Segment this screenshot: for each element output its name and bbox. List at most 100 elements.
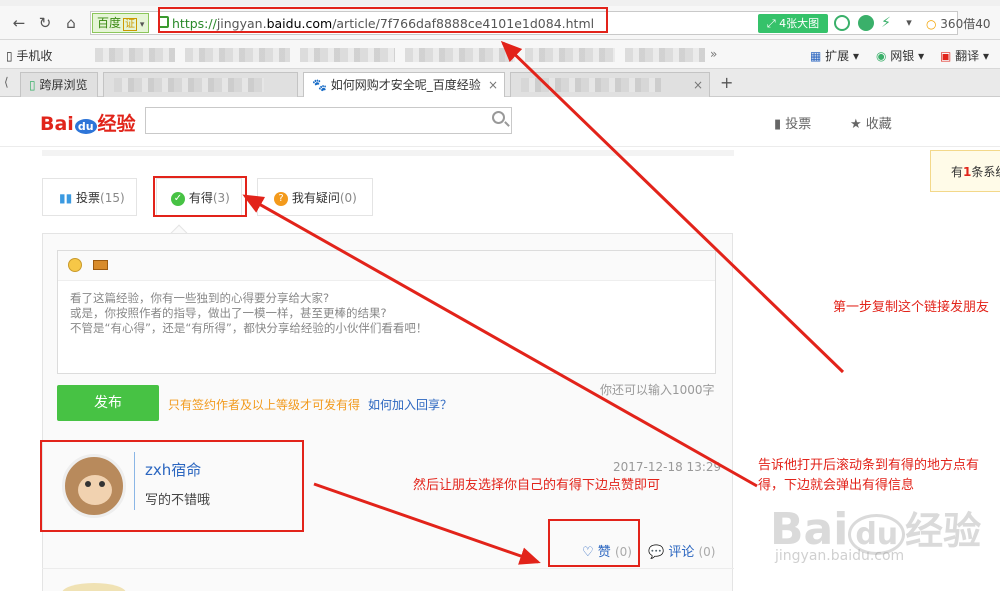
logo-jingyan: 经验: [97, 113, 136, 135]
tab-strip: ⟨ ▯ 跨屏浏览 🐾 如何网购才安全呢_百度经验 × × +: [0, 69, 1000, 98]
site-identity-tag[interactable]: 百度证 ▾: [92, 13, 150, 33]
baidu-jingyan-logo[interactable]: Bai du 经验: [40, 109, 136, 136]
tab-question-label: 我有疑问: [291, 191, 340, 205]
blurred-bookmark: [95, 48, 175, 62]
bookmarks-bar: ▯ 手机收 » ▦ 扩展 ▾ ◉ 网银 ▾ ▣ 翻译 ▾: [0, 40, 1000, 69]
placeholder-line: 不管是“有心得”，还是“有所得”，都快分享给经验的小伙伴们看看吧！: [70, 321, 428, 335]
search-engine-label: 360借40: [940, 17, 991, 31]
image-zoom-button[interactable]: ⤢ 4张大图: [758, 14, 828, 33]
extensions-label: 扩展: [825, 49, 850, 63]
more-bookmarks-icon[interactable]: »: [710, 47, 717, 61]
tab-scroll-left-icon[interactable]: ⟨: [4, 75, 9, 89]
comment-time: 2017-12-18 13:29: [613, 460, 722, 474]
editor-placeholder[interactable]: 看了这篇经验，你有一些独到的心得要分享给大家? 或是，你按照作者的指导，做出了一…: [70, 291, 427, 336]
annotation-box-comment: [40, 440, 304, 532]
bar-chart-icon: ▮: [774, 117, 786, 132]
cert-badge: 证: [123, 18, 138, 31]
blurred-bookmark: [625, 48, 705, 62]
star-icon: ★: [850, 117, 866, 132]
tab-label: 如何网购才安全呢_百度经验: [330, 78, 481, 92]
translate-label: 翻译: [955, 49, 980, 63]
watermark-url: jingyan.baidu.com: [775, 548, 905, 564]
net-bank-label: 网银: [890, 49, 915, 63]
annotation-step3: 然后让朋友选择你自己的有得下边点赞即可: [413, 478, 661, 493]
blurred-bookmark: [300, 48, 395, 62]
translate-icon: ▣: [940, 49, 956, 63]
blurred-bookmark: [525, 48, 615, 62]
comment-count: (0): [698, 545, 716, 559]
comment-button[interactable]: 💬 评论 (0): [648, 541, 715, 560]
chevron-down-icon[interactable]: ▾: [901, 15, 917, 31]
site-search-input[interactable]: [145, 107, 512, 134]
comment-label: 评论: [668, 545, 695, 560]
annotation-box-url: [158, 7, 608, 33]
logo-bai: Bai: [40, 113, 74, 135]
editor-toolbar: [58, 251, 715, 281]
image-icon[interactable]: [93, 260, 108, 270]
bank-icon: ◉: [876, 49, 891, 63]
logo-du: du: [74, 119, 97, 134]
tab-vote-label: 投票: [76, 191, 101, 205]
join-link[interactable]: 如何加入回享？: [368, 396, 452, 413]
shield-icon[interactable]: [858, 15, 874, 31]
publish-button[interactable]: 发布: [57, 385, 159, 421]
bookmark-mobile-label: 手机收: [16, 49, 53, 63]
baidu-paw-icon: 🐾: [312, 78, 327, 92]
youde-editor[interactable]: 看了这篇经验，你有一些独到的心得要分享给大家? 或是，你按照作者的指导，做出了一…: [57, 250, 716, 374]
expand-icon: ⤢: [766, 17, 780, 30]
header-vote-link[interactable]: ▮ 投票: [774, 113, 811, 132]
tab-blurred[interactable]: ×: [510, 72, 710, 97]
tab-blurred[interactable]: [103, 72, 298, 97]
search-icon[interactable]: [492, 111, 505, 124]
emoji-icon[interactable]: [68, 258, 82, 272]
annotation-box-youde-tab: [153, 176, 247, 217]
tab-label: 跨屏浏览: [39, 78, 88, 92]
phone-icon: ▯: [29, 78, 36, 92]
cloud-icon[interactable]: [834, 15, 850, 31]
placeholder-line: 或是，你按照作者的指导，做出了一模一样，甚至更棒的结果?: [70, 306, 387, 320]
close-tab-icon[interactable]: ×: [693, 73, 703, 97]
translate-menu[interactable]: ▣ 翻译 ▾: [940, 47, 989, 64]
placeholder-line: 看了这篇经验，你有一些独到的心得要分享给大家?: [70, 291, 330, 305]
divider: [42, 568, 734, 569]
reload-icon[interactable]: ↻: [34, 12, 56, 34]
speech-bubble-icon: 💬: [648, 545, 669, 560]
question-icon: ?: [274, 191, 288, 206]
lightning-icon[interactable]: ⚡: [878, 15, 894, 31]
tab-cross-screen[interactable]: ▯ 跨屏浏览: [20, 72, 98, 97]
sign-tip: 只有签约作者及以上等级才可发有得: [168, 398, 361, 412]
tab-vote[interactable]: ▮▮ 投票(15): [42, 178, 137, 216]
home-icon[interactable]: ⌂: [60, 12, 82, 34]
header-favorite-label: 收藏: [865, 117, 892, 132]
tab-question[interactable]: ? 我有疑问(0): [257, 178, 373, 216]
close-tab-icon[interactable]: ×: [488, 73, 498, 97]
blurred-tab-title: [521, 78, 661, 92]
header-vote-label: 投票: [785, 117, 812, 132]
annotation-step1: 第一步复制这个链接发朋友: [833, 300, 990, 315]
net-bank-menu[interactable]: ◉ 网银 ▾: [876, 47, 924, 64]
bookmark-mobile[interactable]: ▯ 手机收: [6, 47, 52, 64]
zoom-button-label: 4张大图: [779, 17, 820, 30]
notif-suffix: 条系统: [971, 165, 1000, 179]
notif-prefix: 有: [951, 165, 964, 179]
tab-active-article[interactable]: 🐾 如何网购才安全呢_百度经验 ×: [303, 72, 505, 98]
site-tag-label: 百度: [97, 16, 122, 30]
new-tab-icon[interactable]: +: [720, 73, 733, 92]
back-icon[interactable]: ←: [8, 12, 30, 34]
blurred-tab-title: [114, 78, 264, 92]
annotation-step2: 告诉他打开后滚动条到有得的地方点有得，下边就会弹出有得信息: [758, 458, 980, 493]
header-favorite-link[interactable]: ★ 收藏: [850, 113, 892, 132]
char-counter: 你还可以输入1000字: [600, 383, 715, 397]
divider: [42, 150, 734, 156]
phone-icon: ▯: [6, 49, 17, 63]
search-engine-box[interactable]: ○ 360借40: [926, 15, 990, 32]
watermark-jy: 经验: [905, 509, 982, 553]
extensions-menu[interactable]: ▦ 扩展 ▾: [810, 47, 859, 64]
tab-question-count: (0): [339, 191, 357, 205]
blurred-bookmark: [185, 48, 290, 62]
annotation-box-like: [548, 519, 640, 567]
system-notification[interactable]: 有1条系统: [930, 150, 1000, 192]
bar-chart-icon: ▮▮: [59, 191, 77, 205]
tab-vote-count: (15): [100, 191, 125, 205]
blurred-bookmark: [405, 48, 515, 62]
